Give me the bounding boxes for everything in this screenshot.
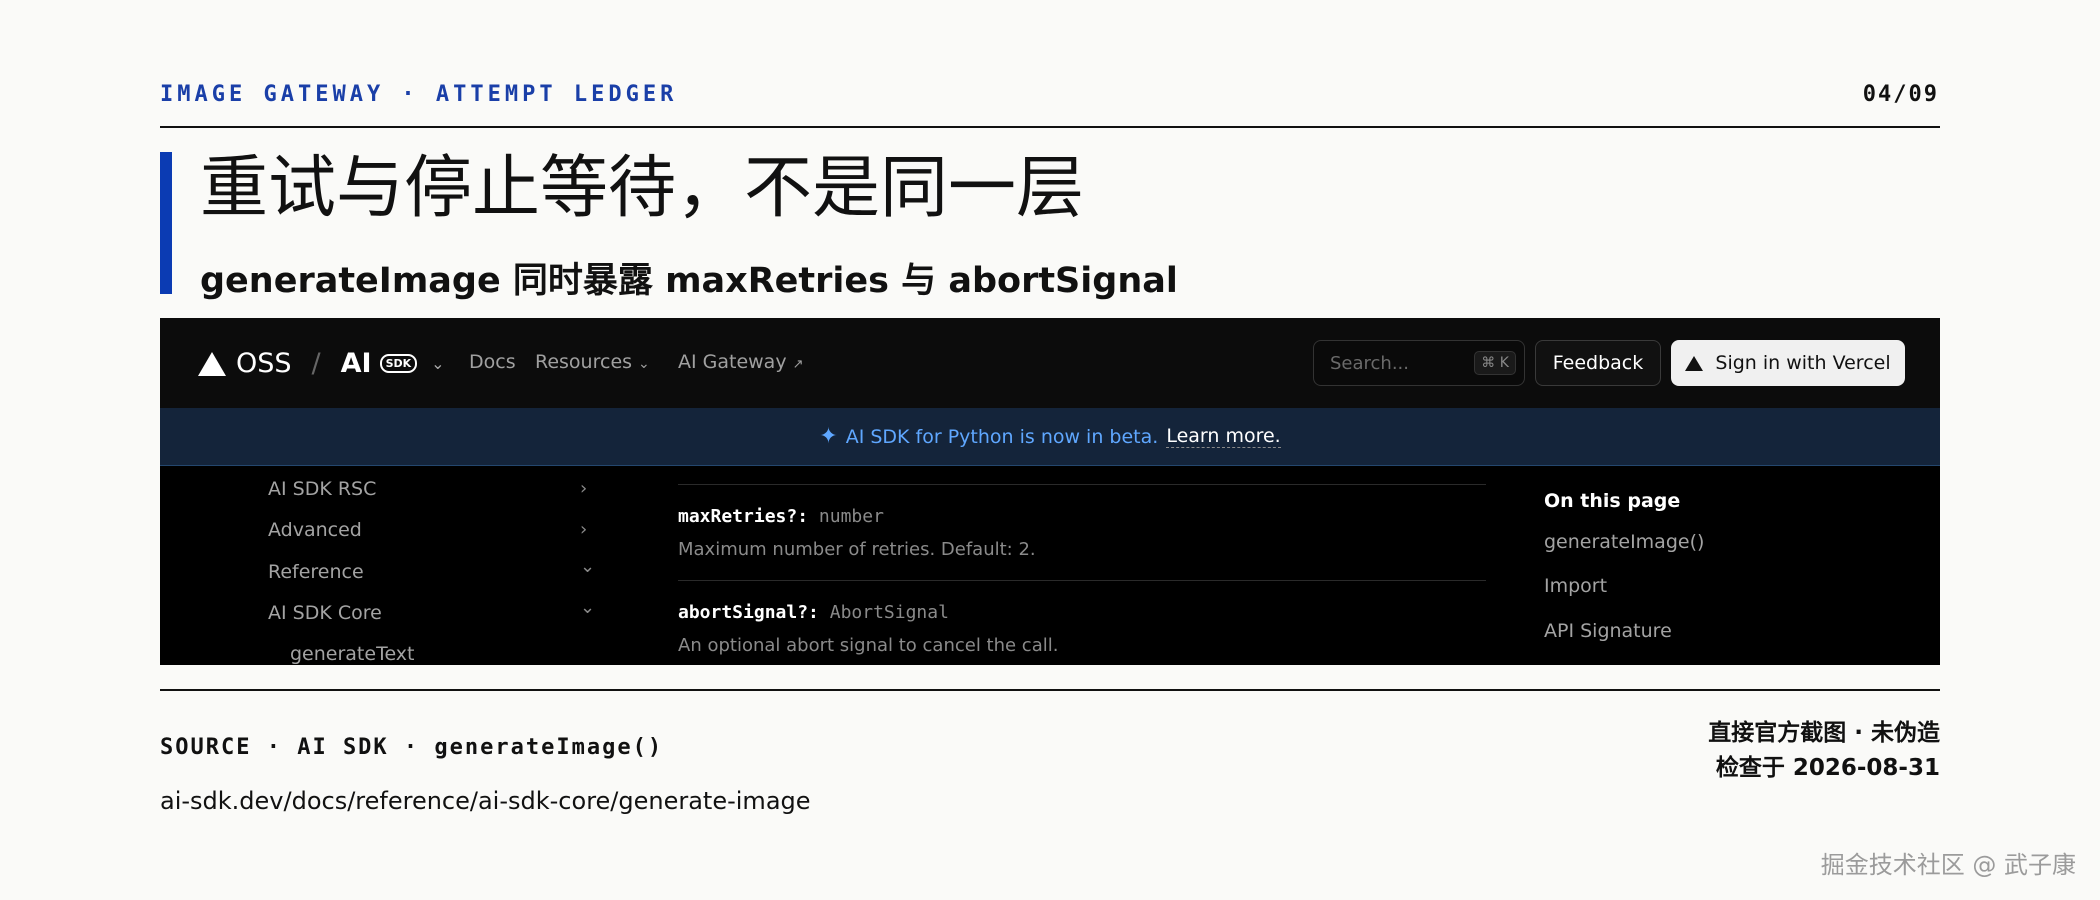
sidebar-item-advanced[interactable]: Advanced bbox=[268, 519, 362, 541]
param-divider bbox=[678, 580, 1486, 581]
banner-text: AI SDK for Python is now in beta. bbox=[845, 425, 1159, 448]
param-abortsignal: abortSignal?: AbortSignal bbox=[678, 602, 949, 623]
source-url: ai-sdk.dev/docs/reference/ai-sdk-core/ge… bbox=[160, 787, 811, 815]
external-link-icon: ↗ bbox=[792, 357, 804, 372]
toc-item-generateimage[interactable]: generateImage() bbox=[1544, 531, 1704, 553]
toc-title: On this page bbox=[1544, 490, 1681, 512]
brand-logo[interactable]: OSS / AI SDK ⌄ bbox=[198, 348, 445, 379]
watermark: 掘金技术社区 @ 武子康 bbox=[1820, 851, 2076, 879]
chevron-right-icon[interactable]: › bbox=[580, 478, 587, 499]
sign-in-label: Sign in with Vercel bbox=[1715, 352, 1891, 374]
nav-link-ai-gateway[interactable]: AI Gateway ↗ bbox=[678, 351, 803, 373]
param-description: An optional abort signal to cancel the c… bbox=[678, 635, 1059, 656]
vercel-triangle-icon bbox=[1685, 355, 1704, 371]
checked-date: 检查于 2026-08-31 bbox=[1715, 755, 1940, 781]
sidebar-item-generatetext[interactable]: generateText bbox=[290, 643, 415, 665]
param-type: number bbox=[818, 506, 884, 527]
nav-link-docs[interactable]: Docs bbox=[469, 351, 516, 373]
announcement-banner: ✦ AI SDK for Python is now in beta. Lear… bbox=[160, 408, 1940, 466]
title-accent-bar bbox=[160, 152, 172, 294]
page-number: 04/09 bbox=[1862, 82, 1939, 107]
docs-navbar: OSS / AI SDK ⌄ Docs Resources ⌄ AI Gatewa… bbox=[160, 318, 1940, 408]
vercel-triangle-icon bbox=[198, 351, 226, 376]
source-label: SOURCE · AI SDK · generateImage() bbox=[160, 735, 664, 760]
brand-oss: OSS bbox=[236, 348, 292, 379]
chevron-down-icon[interactable]: ⌄ bbox=[580, 556, 595, 577]
search-placeholder: Search... bbox=[1330, 353, 1410, 374]
search-shortcut: ⌘ K bbox=[1474, 351, 1516, 375]
chevron-right-icon[interactable]: › bbox=[580, 519, 587, 540]
param-maxretries: maxRetries?: number bbox=[678, 506, 884, 527]
chevron-down-icon: ⌄ bbox=[638, 356, 650, 372]
docs-screenshot: OSS / AI SDK ⌄ Docs Resources ⌄ AI Gatewa… bbox=[160, 318, 1940, 665]
top-divider bbox=[160, 126, 1940, 128]
search-input[interactable]: Search... ⌘ K bbox=[1313, 340, 1525, 386]
page-title: 重试与停止等待，不是同一层 bbox=[200, 149, 1085, 228]
nav-link-ai-gateway-label: AI Gateway bbox=[678, 351, 787, 373]
param-name: abortSignal?: bbox=[678, 602, 819, 623]
toc-item-api-signature[interactable]: API Signature bbox=[1544, 620, 1672, 642]
param-name: maxRetries?: bbox=[678, 506, 809, 527]
sidebar-item-ai-sdk-rsc[interactable]: AI SDK RSC bbox=[268, 478, 376, 500]
sidebar-item-ai-sdk-core[interactable]: AI SDK Core bbox=[268, 602, 382, 624]
chevron-down-icon[interactable]: ⌄ bbox=[580, 597, 595, 618]
chevron-down-icon[interactable]: ⌄ bbox=[431, 354, 444, 373]
page-subtitle: generateImage 同时暴露 maxRetries 与 abortSig… bbox=[200, 261, 1178, 301]
feedback-button[interactable]: Feedback bbox=[1535, 340, 1661, 386]
sign-in-button[interactable]: Sign in with Vercel bbox=[1671, 340, 1905, 386]
toc-item-import[interactable]: Import bbox=[1544, 575, 1607, 597]
brand-sdk-pill: SDK bbox=[379, 354, 418, 373]
eyebrow-label: IMAGE GATEWAY · ATTEMPT LEDGER bbox=[160, 82, 678, 107]
brand-separator: / bbox=[311, 348, 321, 379]
sidebar-item-reference[interactable]: Reference bbox=[268, 561, 364, 583]
param-description: Maximum number of retries. Default: 2. bbox=[678, 539, 1036, 560]
nav-link-resources[interactable]: Resources ⌄ bbox=[535, 351, 650, 373]
param-type: AbortSignal bbox=[829, 602, 949, 623]
param-divider bbox=[678, 484, 1486, 485]
authenticity-note: 直接官方截图 · 未伪造 bbox=[1708, 720, 1940, 746]
learn-more-link[interactable]: Learn more. bbox=[1166, 425, 1281, 448]
nav-link-resources-label: Resources bbox=[535, 351, 633, 373]
bottom-divider bbox=[160, 689, 1940, 691]
sparkle-icon: ✦ bbox=[819, 424, 838, 449]
brand-ai: AI bbox=[340, 348, 372, 379]
